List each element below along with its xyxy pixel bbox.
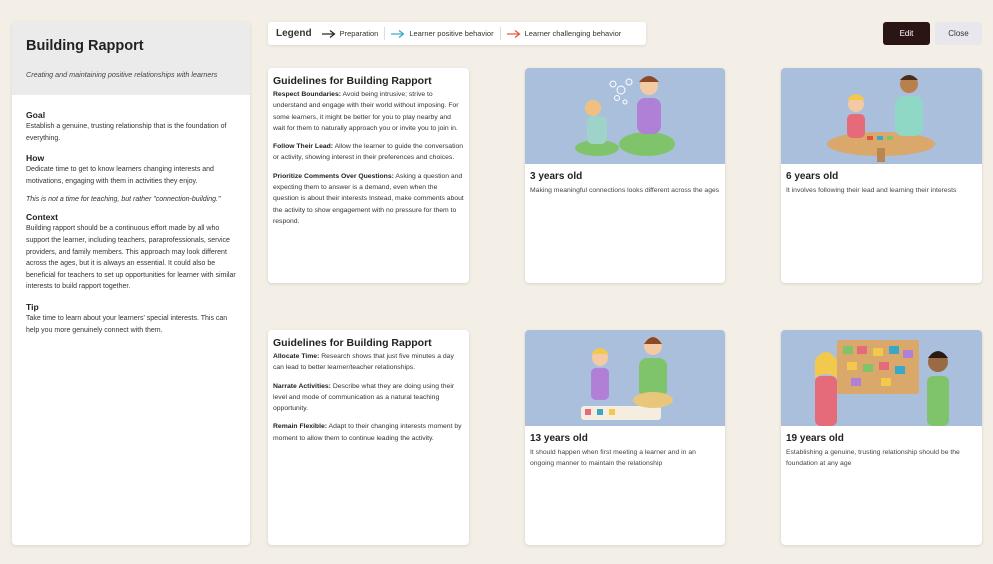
- close-button[interactable]: Close: [935, 22, 982, 45]
- guidelines-card: Guidelines for Building Rapport Respect …: [268, 68, 469, 283]
- page-title: Building Rapport: [26, 38, 144, 54]
- age-card-6[interactable]: 6 years old It involves following their …: [781, 68, 982, 283]
- goal-heading: Goal: [26, 110, 46, 120]
- how-text: Dedicate time to get to know learners ch…: [26, 166, 214, 185]
- age-card-3[interactable]: 3 years old Making meaningful connection…: [525, 68, 725, 283]
- bubbles-illustration: [525, 68, 725, 164]
- legend-label: Preparation: [339, 29, 379, 38]
- legend-label: Learner positive behavior: [409, 29, 494, 38]
- guideline-item: Prioritize Comments Over Questions: Aski…: [273, 171, 464, 227]
- legend-item-challenging: Learner challenging behavior: [506, 29, 622, 38]
- age-description: Making meaningful connections looks diff…: [530, 187, 720, 194]
- guideline-text: Asking a question and expecting them to …: [273, 172, 464, 225]
- guideline-label: Narrate Activities:: [273, 382, 331, 390]
- legend-bar: Legend Preparation Learner positive beha…: [268, 22, 646, 45]
- legend-item-positive: Learner positive behavior: [391, 29, 494, 38]
- age-title: 13 years old: [530, 433, 588, 444]
- context-text: Building rapport should be a continuous …: [26, 225, 236, 291]
- sidebar-body: Goal Establish a genuine, trusting relat…: [12, 95, 250, 351]
- age-description: It should happen when first meeting a le…: [530, 449, 696, 468]
- guidelines-title: Guidelines for Building Rapport: [273, 337, 432, 349]
- goal-text: Establish a genuine, trusting relationsh…: [26, 123, 227, 142]
- arrow-right-icon: [506, 29, 521, 38]
- legend-item-preparation: Preparation: [321, 29, 379, 38]
- guideline-label: Prioritize Comments Over Questions:: [273, 172, 394, 180]
- age-description: Establishing a genuine, trusting relatio…: [786, 449, 960, 468]
- age-title: 19 years old: [786, 433, 844, 444]
- note-text: This is not a time for teaching, but rat…: [26, 196, 221, 204]
- legend-divider: [499, 27, 501, 40]
- edit-button[interactable]: Edit: [883, 22, 930, 45]
- guidelines-card: Guidelines for Building Rapport Allocate…: [268, 330, 469, 545]
- guidelines-title: Guidelines for Building Rapport: [273, 75, 432, 87]
- sidebar-panel: Building Rapport Creating and maintainin…: [12, 22, 250, 545]
- legend-divider: [384, 27, 386, 40]
- legend-label: Learner challenging behavior: [524, 29, 622, 38]
- guideline-item: Allocate Time: Research shows that just …: [273, 351, 464, 374]
- guideline-item: Narrate Activities: Describe what they a…: [273, 381, 464, 415]
- age-description: It involves following their lead and lea…: [786, 187, 957, 194]
- arrow-right-icon: [321, 29, 336, 38]
- guideline-label: Allocate Time:: [273, 353, 320, 360]
- age-card-19[interactable]: 19 years old Establishing a genuine, tru…: [781, 330, 982, 545]
- legend-title: Legend: [276, 28, 312, 39]
- guideline-label: Respect Boundaries:: [273, 91, 341, 98]
- guideline-item: Respect Boundaries: Avoid being intrusiv…: [273, 89, 464, 134]
- reading-illustration: [525, 330, 725, 426]
- tip-heading: Tip: [26, 301, 39, 312]
- age-card-13[interactable]: 13 years old It should happen when first…: [525, 330, 725, 545]
- guideline-item: Follow Their Lead: Allow the learner to …: [273, 141, 464, 164]
- guideline-label: Remain Flexible:: [273, 423, 328, 431]
- tip-text: Take time to learn about your learners' …: [26, 314, 228, 334]
- context-heading: Context: [26, 212, 58, 223]
- board-illustration: [781, 330, 982, 426]
- guideline-label: Follow Their Lead:: [273, 143, 334, 151]
- age-title: 3 years old: [530, 171, 583, 182]
- sidebar-header: Building Rapport Creating and maintainin…: [12, 22, 250, 95]
- age-title: 6 years old: [786, 171, 839, 182]
- table-play-illustration: [781, 68, 982, 164]
- guideline-item: Remain Flexible: Adapt to their changing…: [273, 421, 464, 444]
- page-subtitle: Creating and maintaining positive relati…: [26, 70, 218, 79]
- how-heading: How: [26, 153, 45, 164]
- arrow-right-icon: [391, 29, 405, 38]
